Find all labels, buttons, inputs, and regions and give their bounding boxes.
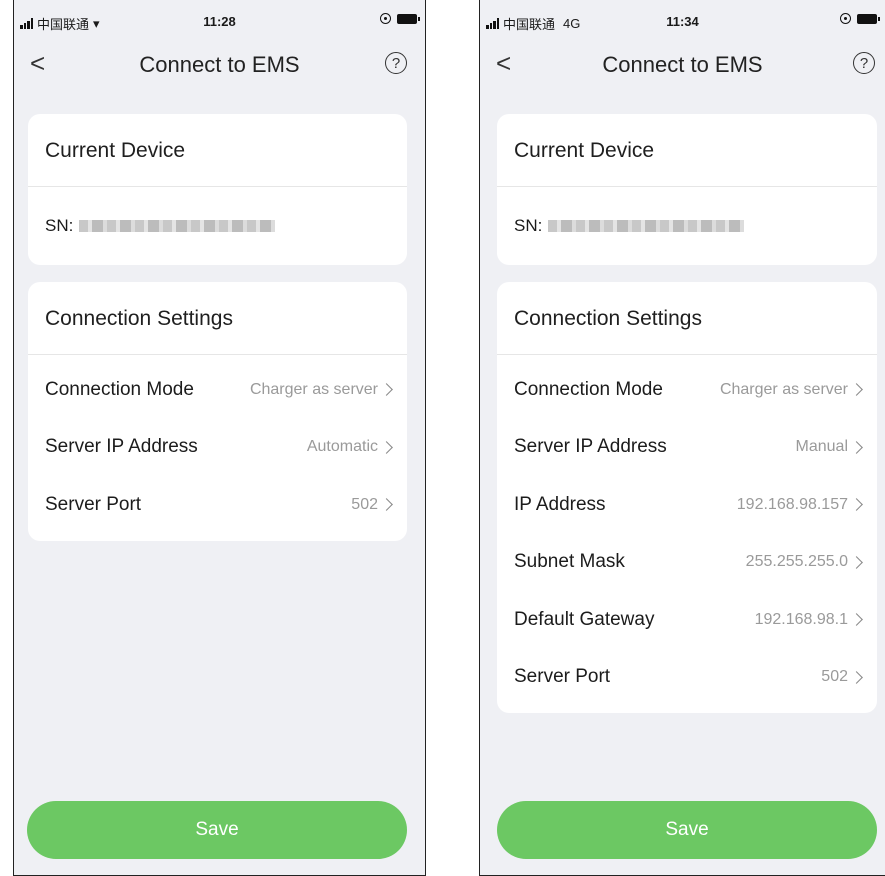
chevron-right-icon (380, 383, 393, 397)
phone-screen-automatic: 中国联通 ▾ 11:28 < Connect to EMS ? Current … (13, 0, 426, 876)
row-label: Subnet Mask (514, 551, 625, 573)
chevron-right-icon (850, 498, 863, 512)
chevron-right-icon (850, 613, 863, 627)
nav-bar: < Connect to EMS ? (480, 46, 885, 86)
server-ip-address-row[interactable]: Server IP Address Automatic (28, 419, 407, 477)
row-value: Charger as server (249, 380, 378, 398)
row-label: Default Gateway (514, 608, 655, 630)
row-value: Automatic (306, 438, 378, 456)
server-ip-address-row[interactable]: Server IP Address Manual (497, 419, 877, 477)
save-button[interactable]: Save (497, 801, 877, 859)
current-device-card: Current Device SN: (28, 114, 407, 265)
row-label: Server Port (514, 666, 611, 688)
row-value: 255.255.255.0 (745, 553, 848, 571)
ip-address-row[interactable]: IP Address 192.168.98.157 (497, 476, 877, 534)
save-button[interactable]: Save (27, 801, 407, 859)
connection-mode-row[interactable]: Connection Mode Charger as server (28, 361, 407, 419)
sn-row: SN: (497, 187, 877, 265)
status-time: 11:28 (203, 14, 236, 29)
server-port-row[interactable]: Server Port 502 (28, 476, 407, 534)
chevron-right-icon (850, 383, 863, 397)
connection-settings-heading: Connection Settings (28, 282, 407, 355)
battery-icon (397, 13, 420, 24)
row-label: Server IP Address (45, 436, 198, 458)
sn-value-redacted (79, 220, 276, 232)
chevron-right-icon (380, 440, 393, 454)
current-device-heading: Current Device (28, 114, 407, 187)
default-gateway-row[interactable]: Default Gateway 192.168.98.1 (497, 591, 877, 649)
row-value: Charger as server (719, 380, 848, 398)
row-value: 502 (351, 495, 378, 513)
row-value: 192.168.98.1 (754, 610, 848, 628)
status-bar: 中国联通 4G 11:34 (480, 0, 885, 40)
sn-value-redacted (548, 220, 745, 232)
connection-settings-heading: Connection Settings (497, 282, 877, 355)
sn-label: SN: (45, 216, 74, 235)
row-value: Manual (795, 438, 848, 456)
help-icon[interactable]: ? (853, 52, 875, 74)
page-title: Connect to EMS (139, 52, 300, 77)
orientation-lock-icon (380, 13, 391, 24)
orientation-lock-icon (840, 13, 851, 24)
page-title: Connect to EMS (602, 52, 763, 77)
row-value: 502 (821, 668, 848, 686)
chevron-right-icon (850, 440, 863, 454)
row-label: IP Address (514, 493, 606, 515)
row-value: 192.168.98.157 (736, 495, 848, 513)
sn-label: SN: (514, 216, 543, 235)
current-device-card: Current Device SN: (497, 114, 877, 265)
chevron-right-icon (850, 555, 863, 569)
status-bar: 中国联通 ▾ 11:28 (14, 0, 425, 40)
chevron-right-icon (380, 498, 393, 512)
row-label: Server IP Address (514, 436, 667, 458)
server-port-row[interactable]: Server Port 502 (497, 649, 877, 707)
subnet-mask-row[interactable]: Subnet Mask 255.255.255.0 (497, 534, 877, 592)
row-label: Server Port (45, 493, 142, 515)
status-time: 11:34 (666, 14, 699, 29)
phone-screen-manual: 中国联通 4G 11:34 < Connect to EMS ? Current… (479, 0, 885, 876)
row-label: Connection Mode (45, 378, 194, 400)
nav-bar: < Connect to EMS ? (14, 46, 425, 86)
battery-icon (857, 13, 880, 24)
help-icon[interactable]: ? (385, 52, 407, 74)
connection-settings-card: Connection Settings Connection Mode Char… (28, 282, 407, 541)
connection-mode-row[interactable]: Connection Mode Charger as server (497, 361, 877, 419)
row-label: Connection Mode (514, 378, 663, 400)
chevron-right-icon (850, 670, 863, 684)
connection-settings-card: Connection Settings Connection Mode Char… (497, 282, 877, 713)
current-device-heading: Current Device (497, 114, 877, 187)
sn-row: SN: (28, 187, 407, 265)
